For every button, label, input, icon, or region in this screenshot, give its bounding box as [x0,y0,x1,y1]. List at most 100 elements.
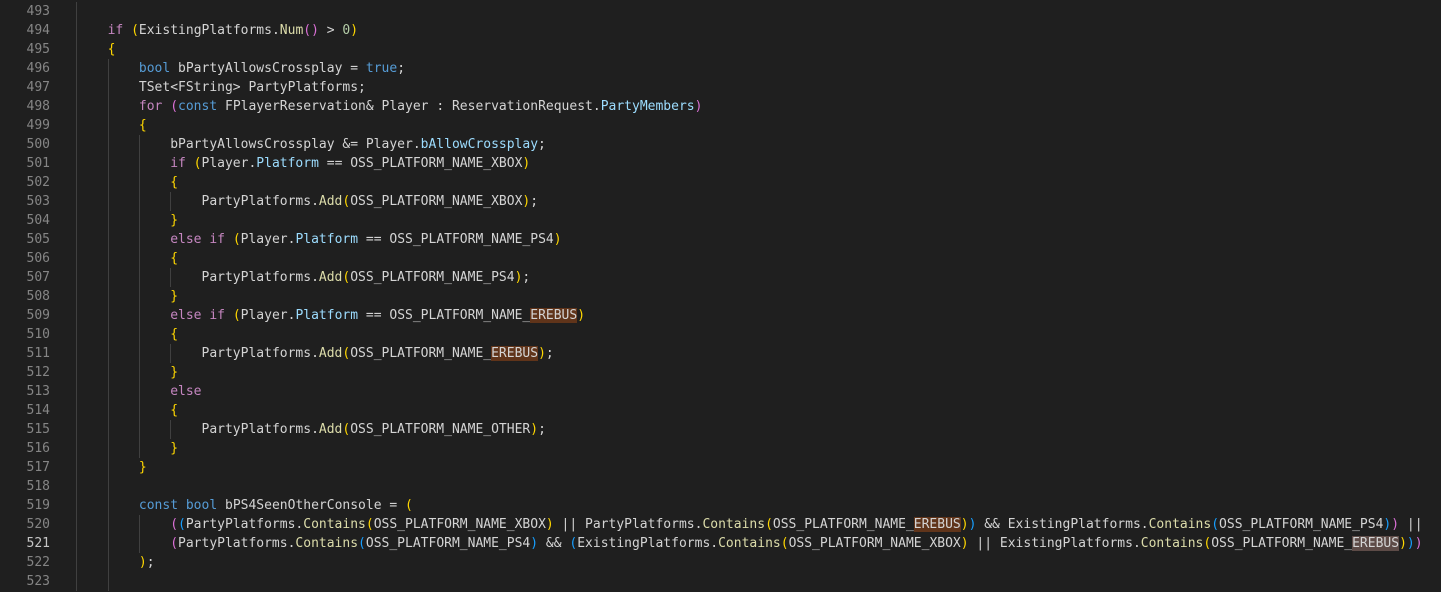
token: ( [358,536,366,551]
code-line[interactable]: 500bPartyAllowsCrossplay &= Player.bAllo… [0,135,1441,154]
line-number: 521 [0,534,50,553]
indent-guide [108,211,109,230]
indent-guide [76,268,77,287]
indent-guide [76,97,77,116]
indent-guide [76,287,77,306]
token: ) [546,517,554,532]
indent-guide [108,515,109,534]
code-text: } [170,439,178,458]
token: ) [350,23,358,38]
token [178,498,186,513]
code-line[interactable]: 512} [0,363,1441,382]
indent-guide [76,363,77,382]
token: if [170,156,186,171]
code-line[interactable]: 497TSet<FString> PartyPlatforms; [0,78,1441,97]
token: } [170,289,178,304]
token: ) [530,536,538,551]
code-line[interactable]: 521(PartyPlatforms.Contains(OSS_PLATFORM… [0,534,1441,553]
code-line[interactable]: 516} [0,439,1441,458]
code-line[interactable]: 493 [0,2,1441,21]
indent-guide [76,401,77,420]
code-line[interactable]: 506{ [0,249,1441,268]
code-line[interactable]: 509else if (Player.Platform == OSS_PLATF… [0,306,1441,325]
code-line[interactable]: 508} [0,287,1441,306]
line-number: 506 [0,249,50,268]
indent-guide [76,21,77,40]
code-line[interactable]: 511PartyPlatforms.Add(OSS_PLATFORM_NAME_… [0,344,1441,363]
token: OSS_PLATFORM_NAME_OTHER [350,422,530,437]
code-line[interactable]: 494if (ExistingPlatforms.Num() > 0) [0,21,1441,40]
indent-guide [76,59,77,78]
code-line[interactable]: 496bool bPartyAllowsCrossplay = true; [0,59,1441,78]
line-number: 522 [0,553,50,572]
code-area[interactable]: 493494if (ExistingPlatforms.Num() > 0)49… [0,2,1441,591]
code-line[interactable]: 503PartyPlatforms.Add(OSS_PLATFORM_NAME_… [0,192,1441,211]
code-line[interactable]: 504} [0,211,1441,230]
indent-guide [76,230,77,249]
token: ( [233,308,241,323]
line-number: 523 [0,572,50,591]
indent-guide [139,401,140,420]
token: Contains [702,517,765,532]
indent-guide [170,420,171,439]
token: ; [147,555,155,570]
token: Add [319,194,342,209]
token: } [139,460,147,475]
token: OSS_PLATFORM_NAME_ [1211,536,1352,551]
token [123,23,131,38]
code-line[interactable]: 518 [0,477,1441,496]
indent-guide [108,78,109,97]
line-number: 520 [0,515,50,534]
token: ( [1211,517,1219,532]
code-line[interactable]: 515PartyPlatforms.Add(OSS_PLATFORM_NAME_… [0,420,1441,439]
code-text: PartyPlatforms.Add(OSS_PLATFORM_NAME_ERE… [202,344,554,363]
code-line[interactable]: 520((PartyPlatforms.Contains(OSS_PLATFOR… [0,515,1441,534]
code-text: PartyPlatforms.Add(OSS_PLATFORM_NAME_XBO… [202,192,539,211]
code-line[interactable]: 523 [0,572,1441,591]
code-line[interactable]: 498for (const FPlayerReservation& Player… [0,97,1441,116]
indent-guide [76,534,77,553]
code-line[interactable]: 501if (Player.Platform == OSS_PLATFORM_N… [0,154,1441,173]
indent-guide [139,173,140,192]
indent-guide [108,401,109,420]
code-line[interactable]: 522); [0,553,1441,572]
token: { [108,42,116,57]
code-line[interactable]: 513else [0,382,1441,401]
token: Add [319,270,342,285]
token: Player. [202,156,257,171]
code-line[interactable]: 514{ [0,401,1441,420]
token: ) [311,23,319,38]
code-line[interactable]: 495{ [0,40,1441,59]
token: ; [397,61,405,76]
indent-guide [139,439,140,458]
code-line[interactable]: 507PartyPlatforms.Add(OSS_PLATFORM_NAME_… [0,268,1441,287]
indent-guide [108,249,109,268]
indent-guide [108,268,109,287]
token: ( [405,498,413,513]
token: PartyPlatforms. [178,536,295,551]
token: } [170,213,178,228]
code-text: PartyPlatforms.Add(OSS_PLATFORM_NAME_PS4… [202,268,531,287]
indent-guide [76,515,77,534]
code-line[interactable]: 505else if (Player.Platform == OSS_PLATF… [0,230,1441,249]
code-text: for (const FPlayerReservation& Player : … [139,97,703,116]
token: || PartyPlatforms. [554,517,703,532]
code-line[interactable]: 510{ [0,325,1441,344]
token: ) [577,308,585,323]
indent-guide [108,230,109,249]
token: { [170,403,178,418]
indent-guide [170,268,171,287]
indent-guide [76,458,77,477]
token: || [1399,517,1422,532]
code-line[interactable]: 499{ [0,116,1441,135]
token: ) [1399,536,1407,551]
token: ( [178,517,186,532]
token [225,232,233,247]
line-number: 493 [0,2,50,21]
token: ( [765,517,773,532]
code-line[interactable]: 502{ [0,173,1441,192]
code-line[interactable]: 517} [0,458,1441,477]
code-line[interactable]: 519const bool bPS4SeenOtherConsole = ( [0,496,1441,515]
token: ) [961,517,969,532]
token: Platform [295,308,358,323]
